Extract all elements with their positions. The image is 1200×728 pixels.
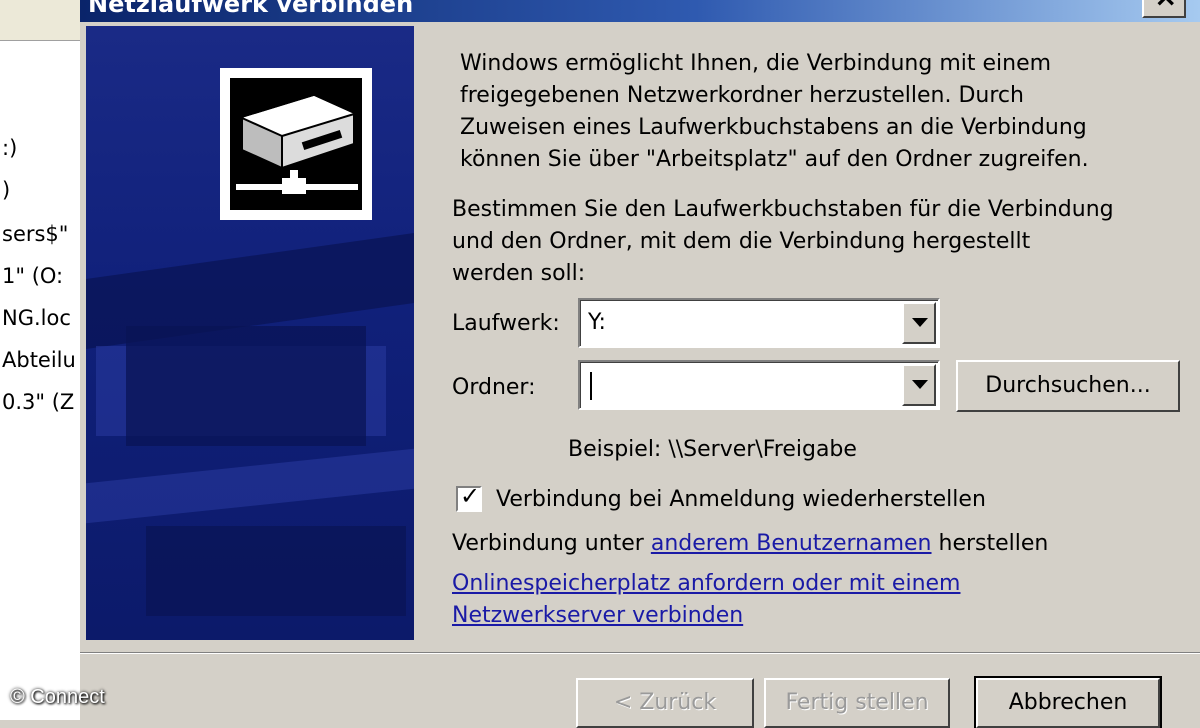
back-button[interactable]: < Zurück	[576, 678, 754, 728]
background-drive-entry[interactable]: NG.loc	[2, 306, 71, 330]
drive-select[interactable]: Y:	[578, 298, 940, 348]
close-button[interactable]: ×	[1142, 0, 1186, 18]
background-drive-entry[interactable]: 0.3" (Z	[2, 390, 74, 414]
finish-button[interactable]: Fertig stellen	[764, 678, 950, 728]
instruction-text-line: Bestimmen Sie den Laufwerkbuchstaben für…	[452, 197, 1114, 222]
chevron-down-icon[interactable]	[902, 364, 936, 406]
dialog-title: Netzlaufwerk verbinden	[88, 0, 414, 18]
online-storage-link[interactable]: Onlinespeicherplatz anfordern oder mit e…	[452, 568, 960, 599]
text-caret	[590, 372, 592, 400]
background-explorer-window: :) ) sers$" 1" (O: NG.loc Abteilu 0.3" (…	[0, 0, 82, 720]
instruction-text-line: werden soll:	[452, 261, 586, 286]
map-network-drive-dialog: Netzlaufwerk verbinden ×	[80, 0, 1200, 728]
folder-example-text: Beispiel: \\Server\Freigabe	[568, 437, 857, 462]
instruction-text-line: und den Ordner, mit dem die Verbindung h…	[452, 229, 1031, 254]
intro-text-line: können Sie über "Arbeitsplatz" auf den O…	[460, 147, 1089, 172]
background-window-toolbar	[0, 0, 80, 41]
intro-text-line: freigegebenen Netzwerkordner herzustelle…	[460, 83, 1024, 108]
other-user-suffix: herstellen	[931, 531, 1049, 556]
drive-select-value: Y:	[588, 310, 606, 335]
online-storage-link[interactable]: Netzwerkserver verbinden	[452, 600, 743, 631]
drive-label: Laufwerk:	[452, 311, 560, 336]
intro-text-line: Zuweisen eines Laufwerkbuchstabens an di…	[460, 115, 1087, 140]
browse-button[interactable]: Durchsuchen...	[956, 360, 1180, 412]
dialog-titlebar[interactable]: Netzlaufwerk verbinden ×	[80, 0, 1200, 22]
background-drive-entry[interactable]: :)	[2, 136, 17, 160]
background-drive-entry[interactable]: )	[2, 178, 10, 202]
background-drive-entry[interactable]: 1" (O:	[2, 264, 63, 288]
folder-combobox[interactable]	[578, 360, 940, 410]
other-username-link[interactable]: anderem Benutzernamen	[651, 531, 932, 556]
checkmark-icon: ✓	[460, 482, 481, 510]
network-drive-icon	[220, 68, 372, 220]
other-user-line: Verbindung unter anderem Benutzernamen h…	[452, 528, 1048, 559]
background-drive-entry[interactable]: Abteilu	[2, 348, 76, 372]
other-user-prefix: Verbindung unter	[452, 531, 651, 556]
watermark-text: © Connect	[10, 686, 105, 708]
chevron-down-icon[interactable]	[902, 302, 936, 344]
reconnect-label[interactable]: Verbindung bei Anmeldung wiederherstelle…	[496, 484, 986, 515]
dialog-separator	[80, 652, 1200, 654]
wizard-side-banner	[86, 26, 414, 640]
background-drive-entry[interactable]: sers$"	[2, 222, 68, 246]
cancel-button[interactable]: Abbrechen	[974, 676, 1162, 728]
close-icon: ×	[1154, 0, 1177, 13]
intro-text-line: Windows ermöglicht Ihnen, die Verbindung…	[460, 51, 1052, 76]
reconnect-checkbox[interactable]: ✓	[456, 482, 482, 512]
folder-label: Ordner:	[452, 375, 536, 400]
